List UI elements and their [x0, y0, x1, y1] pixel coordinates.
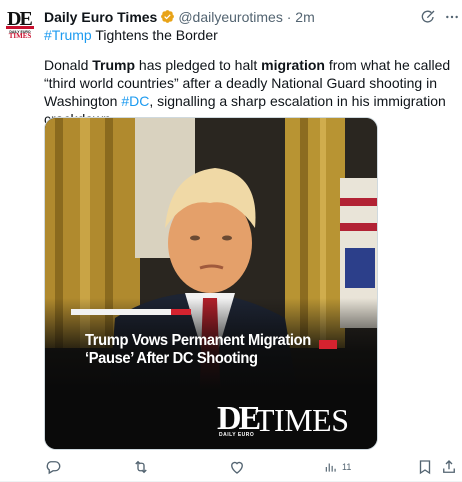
overlay-rule — [71, 309, 171, 315]
more-icon[interactable] — [444, 9, 460, 25]
logo-mark: DE — [217, 400, 261, 437]
timestamp[interactable]: 2m — [295, 9, 314, 25]
views-count: 11 — [342, 462, 352, 472]
overlay-headline-line1: Trump Vows Permanent Migration — [85, 332, 311, 349]
media-image[interactable]: Trump Vows Permanent Migration ‘Pause’ A… — [44, 117, 378, 450]
action-bar: 11 — [44, 458, 462, 478]
repost-button[interactable] — [132, 458, 154, 476]
reply-icon — [46, 461, 61, 475]
share-button[interactable] — [440, 458, 458, 476]
handle[interactable]: @dailyeurotimes — [178, 9, 282, 25]
overlay-rule-accent — [171, 309, 191, 315]
hashtag-link-dc[interactable]: #DC — [121, 93, 149, 109]
avatar-wordmark: TIMES — [8, 32, 32, 40]
views-button[interactable]: 11 — [324, 458, 351, 476]
verified-badge-icon[interactable] — [160, 9, 175, 24]
watermark-logo: DE TIMES DAILY EURO — [217, 402, 367, 442]
repost-icon — [135, 460, 147, 474]
overlay-headline: Trump Vows Permanent Migration ‘Pause’ A… — [85, 332, 343, 368]
hashtag-link[interactable]: #Trump — [44, 27, 92, 43]
overlay-headline-line2: ‘Pause’ After DC Shooting — [85, 350, 258, 367]
like-button[interactable] — [228, 458, 250, 476]
avatar-rule — [6, 26, 34, 29]
bookmark-button[interactable] — [416, 458, 434, 476]
avatar[interactable]: DE DAILY EURO TIMES — [6, 9, 34, 40]
reply-button[interactable] — [44, 458, 66, 476]
views-icon — [325, 463, 336, 472]
post[interactable]: DE DAILY EURO TIMES Daily Euro Times @da… — [0, 0, 462, 482]
display-name[interactable]: Daily Euro Times — [44, 9, 157, 25]
headline-text: Tightens the Border — [91, 27, 218, 43]
bookmark-icon — [419, 460, 431, 475]
grok-icon[interactable] — [420, 9, 436, 25]
body-text-2: has pledged to halt — [135, 57, 262, 73]
share-icon — [443, 460, 455, 473]
body-bold-1: Trump — [92, 57, 136, 73]
logo-word: TIMES — [255, 402, 349, 438]
post-headline: #Trump Tightens the Border — [44, 26, 218, 44]
post-header: Daily Euro Times @dailyeurotimes · 2m — [44, 8, 315, 26]
body-text-1: Donald — [44, 57, 93, 73]
separator-dot: · — [286, 9, 292, 25]
like-icon — [231, 461, 243, 474]
body-bold-2: migration — [261, 57, 325, 73]
logo-subtitle: DAILY EURO — [219, 432, 255, 438]
